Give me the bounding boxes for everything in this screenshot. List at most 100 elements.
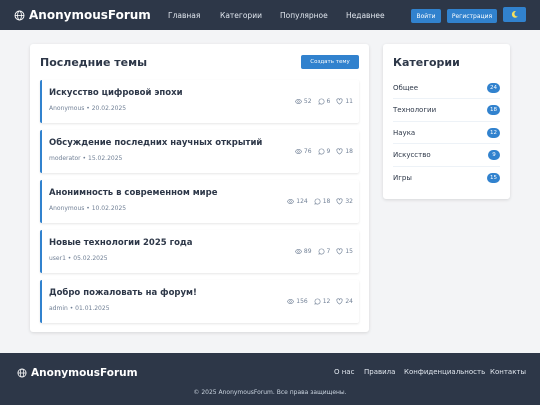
topic-meta: Anonymous • 10.02.2025 <box>49 205 127 212</box>
login-button[interactable]: Войти <box>411 9 441 23</box>
comment-icon <box>314 298 321 305</box>
topic-title[interactable]: Анонимность в современном мире <box>49 188 217 198</box>
footer-links: О нас Правила Конфиденциальность Контакт… <box>0 368 540 380</box>
likes-count: 18 <box>345 148 353 155</box>
topic-title[interactable]: Обсуждение последних научных открытий <box>49 138 262 148</box>
topic-title[interactable]: Новые технологии 2025 года <box>49 238 193 248</box>
replies-count: 9 <box>326 148 331 155</box>
likes-count: 15 <box>345 248 353 255</box>
category-item[interactable]: Игры 15 <box>393 167 500 189</box>
category-count-badge: 15 <box>487 173 500 183</box>
theme-toggle-button[interactable] <box>503 7 526 22</box>
views-count: 89 <box>303 248 312 255</box>
replies-stat: 12 <box>314 298 331 305</box>
topic-card[interactable]: Анонимность в современном мире Anonymous … <box>40 180 359 223</box>
topic-meta: admin • 01.01.2025 <box>49 305 110 312</box>
heart-icon <box>336 298 343 305</box>
categories-title: Категории <box>393 56 460 69</box>
footer-link-contacts[interactable]: Контакты <box>490 368 526 376</box>
views-stat: 124 <box>287 198 308 205</box>
views-stat: 76 <box>294 148 312 155</box>
category-item[interactable]: Искусство 9 <box>393 145 500 167</box>
eye-icon <box>287 299 295 304</box>
eye-icon <box>294 99 302 104</box>
replies-stat: 18 <box>314 198 331 205</box>
category-item[interactable]: Общее 24 <box>393 77 500 99</box>
replies-count: 12 <box>322 298 331 305</box>
topic-stats: 76 9 18 <box>294 147 353 156</box>
nav-categories[interactable]: Категории <box>220 11 270 20</box>
category-count-badge: 12 <box>487 127 500 138</box>
comment-icon <box>317 148 324 155</box>
topic-meta: moderator • 15.02.2025 <box>49 155 123 162</box>
heart-icon <box>336 248 343 255</box>
copyright-text: © 2025 AnonymousForum. Все права защищен… <box>193 389 347 396</box>
replies-count: 18 <box>322 198 331 205</box>
topic-meta: user1 • 05.02.2025 <box>49 255 108 262</box>
categories-panel: Категории Общее 24 Технологии 18 Наука 12 Иску… <box>383 44 510 199</box>
views-count: 76 <box>303 148 312 155</box>
heart-icon <box>336 198 343 205</box>
topic-stats: 52 6 11 <box>294 97 353 106</box>
likes-count: 24 <box>345 298 353 305</box>
views-count: 124 <box>296 198 308 205</box>
globe-icon <box>14 10 25 20</box>
likes-stat[interactable]: 15 <box>336 248 353 255</box>
heart-icon <box>336 98 343 105</box>
category-name: Искусство <box>393 151 431 159</box>
topic-card[interactable]: Новые технологии 2025 года user1 • 05.02.… <box>40 230 359 273</box>
comment-icon <box>314 198 321 205</box>
site-footer: AnonymousForum О нас Правила Конфиденциа… <box>0 353 540 405</box>
replies-stat: 6 <box>317 98 331 105</box>
site-header: AnonymousForum Главная Категории Популяр… <box>0 0 540 30</box>
footer-link-rules[interactable]: Правила <box>364 368 395 376</box>
register-button[interactable]: Регистрация <box>447 9 497 23</box>
category-count-badge: 9 <box>488 150 500 160</box>
logo-text: AnonymousForum <box>29 8 151 22</box>
views-stat: 89 <box>294 248 312 255</box>
footer-link-about[interactable]: О нас <box>334 368 354 376</box>
category-name: Игры <box>393 174 412 182</box>
category-count-badge: 18 <box>487 105 500 115</box>
site-logo[interactable]: AnonymousForum <box>14 0 151 30</box>
eye-icon <box>294 249 302 254</box>
likes-stat[interactable]: 11 <box>336 98 353 105</box>
views-stat: 52 <box>294 98 312 105</box>
latest-topics-title: Последние темы <box>40 56 148 69</box>
topic-card[interactable]: Добро пожаловать на форум! admin • 01.01.… <box>40 280 359 323</box>
topic-title[interactable]: Добро пожаловать на форум! <box>49 288 197 298</box>
category-item[interactable]: Наука 12 <box>393 122 500 144</box>
category-name: Общее <box>393 83 419 92</box>
likes-count: 32 <box>345 198 353 205</box>
topic-card[interactable]: Обсуждение последних научных открытий mod… <box>40 130 359 173</box>
create-topic-button[interactable]: Создать тему <box>301 55 359 69</box>
latest-topics-panel: Последние темы Создать тему Искусство ци… <box>30 44 369 332</box>
topic-title[interactable]: Искусство цифровой эпохи <box>49 88 183 98</box>
views-count: 52 <box>303 98 312 105</box>
comment-icon <box>317 98 324 105</box>
moon-icon <box>511 10 518 18</box>
replies-stat: 7 <box>317 248 331 255</box>
topic-meta: Anonymous • 20.02.2025 <box>49 105 127 112</box>
views-stat: 156 <box>287 298 308 305</box>
topic-stats: 124 18 32 <box>287 197 353 206</box>
topic-stats: 89 7 15 <box>294 247 353 256</box>
nav-home[interactable]: Главная <box>168 11 208 20</box>
likes-stat[interactable]: 18 <box>336 148 353 155</box>
nav-recent[interactable]: Недавнее <box>346 11 396 20</box>
topic-card[interactable]: Искусство цифровой эпохи Anonymous • 20.0… <box>40 80 359 123</box>
heart-icon <box>336 148 343 155</box>
replies-count: 7 <box>326 248 331 255</box>
nav-popular[interactable]: Популярное <box>280 11 330 20</box>
footer-link-privacy[interactable]: Конфиденциальность <box>404 368 485 376</box>
likes-stat[interactable]: 24 <box>336 298 353 305</box>
topic-stats: 156 12 24 <box>287 297 353 306</box>
likes-stat[interactable]: 32 <box>336 198 353 205</box>
category-item[interactable]: Технологии 18 <box>393 100 500 122</box>
category-name: Наука <box>393 128 416 137</box>
likes-count: 11 <box>345 98 353 105</box>
views-count: 156 <box>296 298 308 305</box>
eye-icon <box>294 149 302 154</box>
replies-count: 6 <box>326 98 331 105</box>
replies-stat: 9 <box>317 148 331 155</box>
